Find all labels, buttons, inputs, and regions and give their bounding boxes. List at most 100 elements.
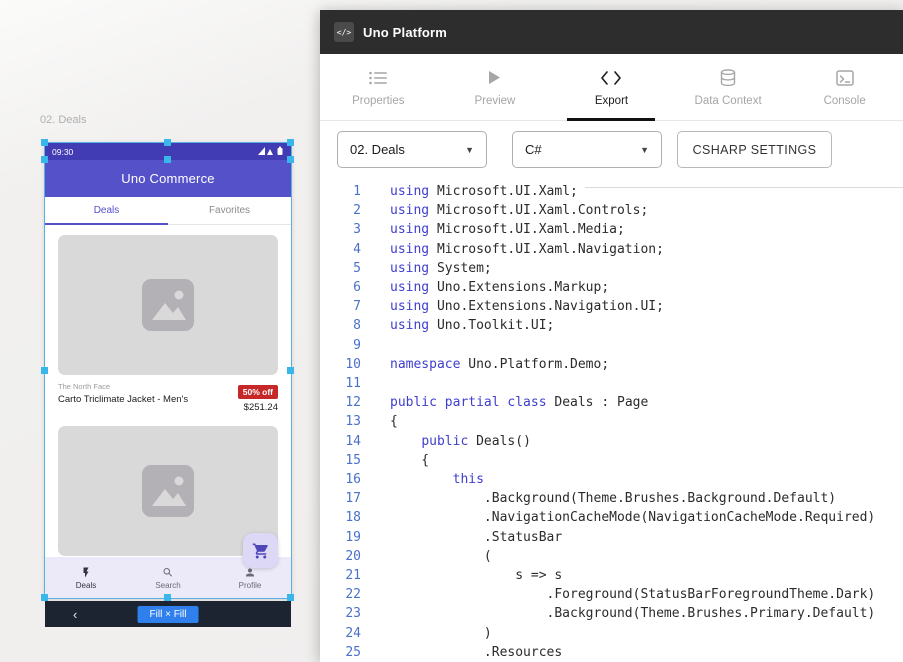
status-icons bbox=[258, 146, 284, 157]
tab-favorites[interactable]: Favorites bbox=[168, 197, 291, 224]
language-dropdown[interactable]: C# ▼ bbox=[512, 131, 662, 168]
code-line: 11 bbox=[337, 374, 903, 393]
tab-preview[interactable]: Preview bbox=[437, 54, 554, 120]
code-line: 8using Uno.Toolkit.UI; bbox=[337, 316, 903, 335]
product-image-placeholder[interactable] bbox=[58, 235, 278, 375]
phone-artboard[interactable]: 09:30 Uno Commerce Deals Favorites bbox=[45, 143, 291, 598]
panel-tabs: Properties Preview Export Data Context bbox=[320, 54, 903, 121]
selection-handle[interactable] bbox=[287, 139, 294, 146]
code-lines: 1using Microsoft.UI.Xaml;2using Microsof… bbox=[337, 182, 903, 662]
code-line: 6using Uno.Extensions.Markup; bbox=[337, 278, 903, 297]
image-icon bbox=[139, 276, 197, 334]
code-line: 4using Microsoft.UI.Xaml.Navigation; bbox=[337, 240, 903, 259]
selection-toolbar: ‹ Fill × Fill bbox=[45, 601, 291, 627]
page-dropdown-value: 02. Deals bbox=[350, 142, 405, 157]
product-name: Carto Triclimate Jacket - Men's bbox=[58, 394, 188, 405]
selection-handle[interactable] bbox=[287, 367, 294, 374]
tab-console[interactable]: Console bbox=[786, 54, 903, 120]
code-line: 18 .NavigationCacheMode(NavigationCacheM… bbox=[337, 508, 903, 527]
selection-handle[interactable] bbox=[41, 594, 48, 601]
code-line: 5using System; bbox=[337, 259, 903, 278]
csharp-settings-button[interactable]: CSHARP SETTINGS bbox=[677, 131, 832, 168]
code-line: 14 public Deals() bbox=[337, 432, 903, 451]
list-icon bbox=[369, 68, 387, 88]
chevron-down-icon: ▼ bbox=[640, 145, 649, 155]
tab-deals[interactable]: Deals bbox=[45, 197, 168, 224]
uno-platform-panel: </> Uno Platform Properties Preview E bbox=[320, 10, 903, 662]
play-icon bbox=[488, 68, 501, 88]
selection-handle[interactable] bbox=[164, 594, 171, 601]
selection-handle[interactable] bbox=[41, 156, 48, 163]
product-info[interactable]: The North Face Carto Triclimate Jacket -… bbox=[45, 375, 291, 418]
export-controls: 02. Deals ▼ C# ▼ CSHARP SETTINGS bbox=[320, 121, 903, 178]
code-line: 7using Uno.Extensions.Navigation.UI; bbox=[337, 297, 903, 316]
app-bar-title: Uno Commerce bbox=[121, 171, 214, 186]
tab-label: Export bbox=[595, 95, 628, 107]
selection-handle[interactable] bbox=[41, 367, 48, 374]
nav-item-deals[interactable]: Deals bbox=[45, 557, 127, 598]
code-line: 16 this bbox=[337, 470, 903, 489]
code-line: 24 ) bbox=[337, 624, 903, 643]
selection-handle[interactable] bbox=[164, 156, 171, 163]
screenshot-root: 02. Deals 09:30 Uno Commerce Deals Favor… bbox=[0, 0, 903, 662]
chevron-down-icon: ▼ bbox=[465, 145, 474, 155]
language-dropdown-value: C# bbox=[525, 142, 542, 157]
code-line: 2using Microsoft.UI.Xaml.Controls; bbox=[337, 201, 903, 220]
selection-handle[interactable] bbox=[287, 156, 294, 163]
code-brackets-icon bbox=[601, 68, 621, 88]
code-line: 17 .Background(Theme.Brushes.Background.… bbox=[337, 489, 903, 508]
nav-label: Profile bbox=[239, 581, 262, 590]
code-line: 9 bbox=[337, 336, 903, 355]
selection-handle[interactable] bbox=[287, 594, 294, 601]
database-icon bbox=[720, 68, 736, 88]
code-line: 3using Microsoft.UI.Xaml.Media; bbox=[337, 220, 903, 239]
code-line: 20 ( bbox=[337, 547, 903, 566]
tab-export[interactable]: Export bbox=[553, 54, 670, 120]
phone-app-bar[interactable]: Uno Commerce bbox=[45, 160, 291, 197]
tab-label: Console bbox=[824, 95, 866, 107]
status-time: 09:30 bbox=[52, 147, 73, 157]
artboard-label: 02. Deals bbox=[40, 114, 86, 126]
code-line: 19 .StatusBar bbox=[337, 528, 903, 547]
phone-content: The North Face Carto Triclimate Jacket -… bbox=[45, 225, 291, 557]
code-editor[interactable]: 1using Microsoft.UI.Xaml;2using Microsof… bbox=[320, 178, 903, 662]
panel-header: </> Uno Platform bbox=[320, 10, 903, 54]
panel-title: Uno Platform bbox=[363, 25, 447, 40]
cart-button[interactable] bbox=[243, 533, 278, 568]
tab-label: Preview bbox=[474, 95, 515, 107]
nav-item-search[interactable]: Search bbox=[127, 557, 209, 598]
nav-label: Search bbox=[155, 581, 180, 590]
product-price: $251.24 bbox=[238, 402, 278, 413]
selection-handle[interactable] bbox=[41, 139, 48, 146]
tab-properties[interactable]: Properties bbox=[320, 54, 437, 120]
code-line: 10namespace Uno.Platform.Demo; bbox=[337, 355, 903, 374]
console-icon bbox=[836, 68, 854, 88]
code-line: 25 .Resources bbox=[337, 643, 903, 662]
product-brand: The North Face bbox=[58, 382, 188, 391]
page-dropdown[interactable]: 02. Deals ▼ bbox=[337, 131, 487, 168]
code-line: 21 s => s bbox=[337, 566, 903, 585]
code-divider bbox=[585, 187, 903, 188]
image-icon bbox=[139, 462, 197, 520]
product-text: The North Face Carto Triclimate Jacket -… bbox=[58, 382, 188, 405]
code-line: 15 { bbox=[337, 451, 903, 470]
code-line: 13{ bbox=[337, 412, 903, 431]
cart-icon bbox=[252, 542, 270, 560]
tab-label: Properties bbox=[352, 95, 404, 107]
product-pricing: 50% off $251.24 bbox=[238, 382, 278, 413]
tab-data-context[interactable]: Data Context bbox=[670, 54, 787, 120]
selection-handle[interactable] bbox=[164, 139, 171, 146]
phone-tab-bar: Deals Favorites bbox=[45, 197, 291, 225]
code-line: 23 .Background(Theme.Brushes.Primary.Def… bbox=[337, 604, 903, 623]
code-line: 12public partial class Deals : Page bbox=[337, 393, 903, 412]
signal-wifi-battery-icon bbox=[258, 146, 284, 155]
bolt-icon bbox=[80, 566, 92, 579]
code-icon: </> bbox=[334, 22, 354, 42]
code-line: 1using Microsoft.UI.Xaml; bbox=[337, 182, 903, 201]
tab-label: Data Context bbox=[695, 95, 762, 107]
search-icon bbox=[162, 566, 174, 579]
fill-mode-button[interactable]: Fill × Fill bbox=[138, 606, 199, 623]
discount-badge: 50% off bbox=[238, 385, 278, 399]
nav-label: Deals bbox=[76, 581, 96, 590]
back-chevron-icon[interactable]: ‹ bbox=[73, 607, 77, 622]
